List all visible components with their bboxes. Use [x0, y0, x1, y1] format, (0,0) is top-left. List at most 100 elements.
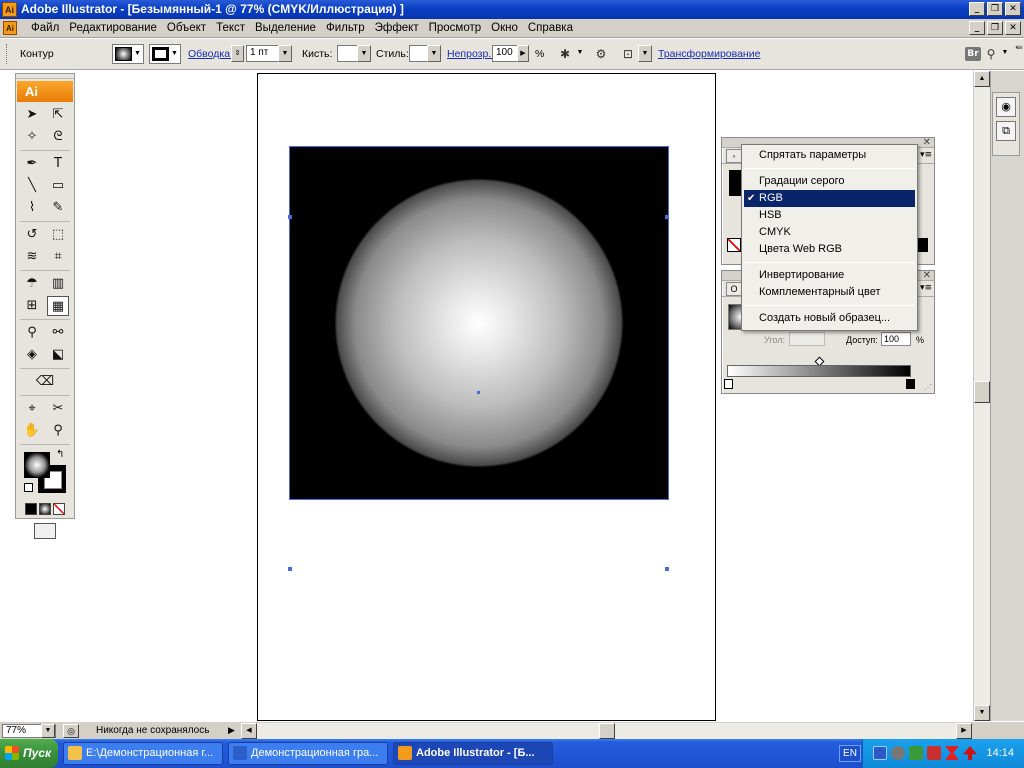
- horizontal-scrollbar[interactable]: ◀ ▶: [241, 723, 972, 739]
- free-transform-icon[interactable]: ⌗: [47, 247, 69, 267]
- close-icon[interactable]: ✕: [923, 137, 931, 148]
- doc-close-button[interactable]: ✕: [1005, 21, 1021, 35]
- scissors-icon[interactable]: ✂: [47, 399, 69, 419]
- selection-handle[interactable]: [288, 567, 292, 571]
- direct-selection-icon[interactable]: ⇱: [47, 105, 69, 125]
- align-dropdown[interactable]: ▼: [638, 45, 652, 62]
- kaspersky-icon[interactable]: [945, 746, 959, 760]
- none-mode-icon[interactable]: [53, 503, 65, 515]
- panel-menu-icon[interactable]: ⇚: [1010, 39, 1024, 57]
- language-indicator[interactable]: EN: [839, 745, 861, 762]
- pencil-icon[interactable]: ✎: [47, 198, 69, 218]
- gradient-stop-black[interactable]: [906, 379, 915, 389]
- lasso-icon[interactable]: ᘓ: [47, 127, 69, 147]
- fill-color-box[interactable]: [24, 452, 50, 478]
- menu-3[interactable]: Текст: [211, 22, 250, 34]
- tray-app-icon[interactable]: [927, 746, 941, 760]
- screen-mode-icon[interactable]: [34, 523, 56, 539]
- blend-icon[interactable]: ⚯: [47, 323, 69, 343]
- type-icon[interactable]: T: [47, 154, 69, 174]
- horizontal-scroll-thumb[interactable]: [599, 723, 615, 739]
- doc-restore-button[interactable]: ❐: [987, 21, 1003, 35]
- context-menu-item[interactable]: Создать новый образец...: [742, 310, 917, 327]
- taskbar-button[interactable]: Adobe Illustrator - [Б...: [393, 742, 553, 765]
- eyedropper-icon[interactable]: ⚲: [21, 323, 43, 343]
- taskbar-button[interactable]: E:\Демонстрационная г...: [63, 742, 223, 765]
- antivirus-icon[interactable]: [909, 746, 923, 760]
- color-tab[interactable]: ◦: [726, 149, 742, 163]
- recolor-icon[interactable]: ✱: [556, 45, 574, 63]
- stroke-weight-dropdown[interactable]: ▼: [278, 45, 292, 62]
- brush-field[interactable]: [337, 45, 359, 62]
- menu-2[interactable]: Объект: [162, 22, 211, 34]
- gradient-slider-bar[interactable]: [727, 365, 911, 377]
- mesh-icon[interactable]: ⊞: [21, 296, 43, 316]
- menu-6[interactable]: Эффект: [370, 22, 424, 34]
- menu-4[interactable]: Выделение: [250, 22, 321, 34]
- stroke-weight-field[interactable]: 1 пт: [246, 45, 280, 62]
- scroll-down-button[interactable]: ▼: [974, 705, 990, 721]
- illustrator-logo[interactable]: Ai: [17, 81, 73, 102]
- panel-menu-icon[interactable]: ▾≡: [920, 283, 932, 293]
- context-menu-item[interactable]: Градации серого: [742, 173, 917, 190]
- minimize-button[interactable]: _: [969, 2, 985, 16]
- network-icon[interactable]: [873, 746, 887, 760]
- scroll-up-button[interactable]: ▲: [974, 71, 990, 87]
- context-menu-item[interactable]: CMYK: [742, 224, 917, 241]
- volume-icon[interactable]: [891, 746, 905, 760]
- solid-color-mode-icon[interactable]: [25, 503, 37, 515]
- eraser-icon[interactable]: ⌫: [34, 372, 56, 392]
- scroll-right-button[interactable]: ▶: [956, 723, 972, 739]
- menu-1[interactable]: Редактирование: [64, 22, 162, 34]
- zoom-dropdown[interactable]: ▼: [41, 724, 55, 738]
- black-swatch[interactable]: [918, 238, 928, 252]
- vertical-scrollbar[interactable]: ▲ ▼: [973, 71, 990, 721]
- document-icon[interactable]: Ai: [3, 21, 17, 35]
- selection-handle[interactable]: [665, 215, 669, 219]
- live-paint-select-icon[interactable]: ⬕: [47, 345, 69, 365]
- transform-link[interactable]: Трансформирование: [658, 48, 760, 60]
- default-colors-icon[interactable]: [24, 483, 33, 492]
- brush-dropdown[interactable]: ▼: [357, 45, 371, 62]
- menu-5[interactable]: Фильтр: [321, 22, 370, 34]
- taskbar-button[interactable]: Демонстрационная гра...: [228, 742, 388, 765]
- transparency-icon[interactable]: ⧉: [996, 121, 1016, 141]
- gradient-icon[interactable]: ▦: [47, 296, 69, 316]
- opacity-dropdown[interactable]: ▶: [517, 45, 529, 62]
- slice-icon[interactable]: ⌖: [21, 399, 43, 419]
- context-menu-item[interactable]: Цвета Web RGB: [742, 241, 917, 258]
- selection-handle[interactable]: [665, 567, 669, 571]
- paintbrush-icon[interactable]: ⌇: [21, 198, 43, 218]
- close-icon[interactable]: ✕: [923, 270, 931, 281]
- symbol-sprayer-icon[interactable]: ☂: [21, 274, 43, 294]
- menu-9[interactable]: Справка: [523, 22, 578, 34]
- close-button[interactable]: ✕: [1005, 2, 1021, 16]
- gradient-mode-icon[interactable]: [39, 503, 51, 515]
- context-menu-item[interactable]: Спрятать параметры: [742, 147, 917, 164]
- gradient-rectangle[interactable]: [289, 146, 669, 500]
- stroke-weight-stepper[interactable]: ⇕: [231, 45, 244, 62]
- scroll-thumb[interactable]: [974, 381, 990, 403]
- context-menu-item[interactable]: Инвертирование: [742, 267, 917, 284]
- menu-8[interactable]: Окно: [486, 22, 523, 34]
- none-swatch[interactable]: [727, 238, 741, 252]
- fill-swatch[interactable]: ▼: [112, 44, 144, 64]
- hand-icon[interactable]: ✋: [21, 421, 43, 441]
- selection-icon[interactable]: ➤: [21, 105, 43, 125]
- gradient-stop-white[interactable]: [724, 379, 733, 389]
- chevron-down-icon[interactable]: ▼: [573, 45, 587, 62]
- selection-handle[interactable]: [288, 215, 292, 219]
- gradient-tab[interactable]: О: [726, 282, 742, 296]
- warp-icon[interactable]: ≋: [21, 247, 43, 267]
- scroll-left-button[interactable]: ◀: [241, 723, 257, 739]
- pen-icon[interactable]: ✒: [21, 154, 43, 174]
- bridge-icon[interactable]: Br: [965, 47, 981, 61]
- context-menu-item[interactable]: Комплементарный цвет: [742, 284, 917, 301]
- stroke-link[interactable]: Обводка:: [188, 48, 233, 60]
- graphic-styles-icon[interactable]: ⚙: [592, 45, 610, 63]
- illustrator-app-icon[interactable]: Ai: [2, 2, 17, 17]
- safely-remove-icon[interactable]: [963, 746, 977, 760]
- stroke-swatch[interactable]: ▼: [149, 44, 181, 64]
- menu-7[interactable]: Просмотр: [424, 22, 487, 34]
- context-menu-item[interactable]: ✔ RGB: [744, 190, 915, 207]
